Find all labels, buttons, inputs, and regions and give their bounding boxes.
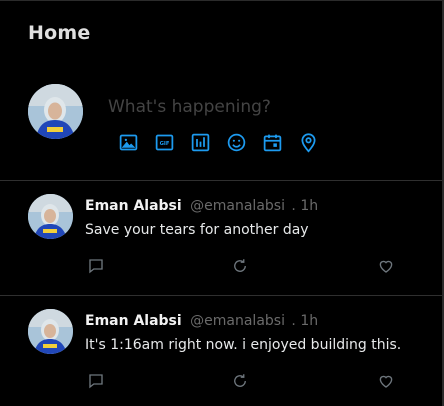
home-feed: Home GIF <box>0 0 444 406</box>
location-icon[interactable] <box>296 130 320 154</box>
author-handle[interactable]: @emanalabsi <box>190 198 285 214</box>
reply-icon[interactable] <box>85 370 107 392</box>
avatar[interactable] <box>28 84 83 139</box>
tweet-header: Eman Alabsi @emanalabsi . 1h <box>85 313 318 329</box>
timestamp: . 1h <box>291 313 319 329</box>
tweet-text: It's 1:16am right now. i enjoyed buildin… <box>85 337 402 353</box>
compose-input[interactable] <box>108 92 418 122</box>
composer-toolbar: GIF <box>116 130 320 154</box>
reply-icon[interactable] <box>85 255 107 277</box>
retweet-icon[interactable] <box>229 370 251 392</box>
timestamp: . 1h <box>291 198 319 214</box>
like-icon[interactable] <box>375 370 397 392</box>
avatar-image <box>28 309 73 354</box>
avatar-image <box>28 84 83 139</box>
author-name[interactable]: Eman Alabsi <box>85 198 182 214</box>
avatar[interactable] <box>28 194 73 239</box>
author-name[interactable]: Eman Alabsi <box>85 313 182 329</box>
avatar-image <box>28 194 73 239</box>
poll-icon[interactable] <box>188 130 212 154</box>
like-icon[interactable] <box>375 255 397 277</box>
tweet-composer: GIF <box>0 64 442 180</box>
gif-icon[interactable]: GIF <box>152 130 176 154</box>
author-handle[interactable]: @emanalabsi <box>190 313 285 329</box>
page-title: Home <box>28 22 91 44</box>
header: Home <box>0 0 442 64</box>
emoji-icon[interactable] <box>224 130 248 154</box>
image-icon[interactable] <box>116 130 140 154</box>
avatar[interactable] <box>28 309 73 354</box>
schedule-icon[interactable] <box>260 130 284 154</box>
tweet[interactable]: Eman Alabsi @emanalabsi . 1h Save your t… <box>0 181 442 295</box>
tweet[interactable]: Eman Alabsi @emanalabsi . 1h It's 1:16am… <box>0 296 442 406</box>
svg-text:GIF: GIF <box>159 141 169 147</box>
tweet-text: Save your tears for another day <box>85 222 309 238</box>
tweet-header: Eman Alabsi @emanalabsi . 1h <box>85 198 318 214</box>
retweet-icon[interactable] <box>229 255 251 277</box>
